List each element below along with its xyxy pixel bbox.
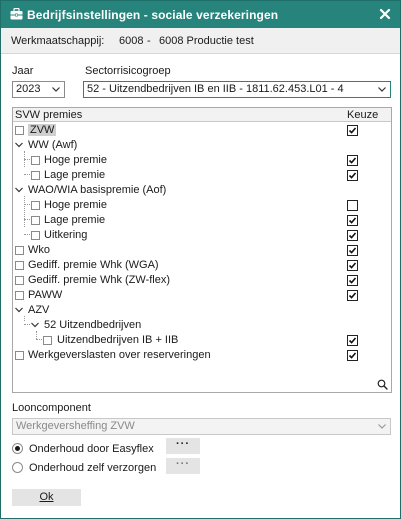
tree-row-paww[interactable]: PAWW: [13, 288, 391, 303]
row-label: Gediff. premie Whk (ZW-flex): [28, 274, 171, 286]
tree-row-ww[interactable]: WW (Awf): [13, 138, 391, 153]
row-label: Werkgeverslasten over reserveringen: [28, 349, 211, 361]
row-checkbox[interactable]: [31, 156, 40, 165]
zelf-options-button[interactable]: ···: [166, 458, 200, 474]
close-icon: [379, 8, 391, 20]
chevron-down-icon: [52, 87, 60, 92]
chevron-down-icon: [378, 87, 386, 92]
tree-row-wao-wia[interactable]: WAO/WIA basispremie (Aof): [13, 183, 391, 198]
row-checkbox[interactable]: [15, 126, 24, 135]
header-keuze: Keuze: [347, 109, 379, 121]
row-label: AZV: [28, 304, 50, 316]
jaar-value: 2023: [16, 83, 41, 95]
briefcase-icon: [10, 8, 23, 20]
keuze-checkbox[interactable]: [347, 290, 358, 301]
tree-row-zvw[interactable]: ZVW: [13, 123, 391, 138]
sectorrisicogroep-value: 52 - Uitzendbedrijven IB en IIB - 1811.6…: [87, 83, 344, 95]
company-separator: -: [147, 35, 151, 47]
row-label: Lage premie: [44, 169, 106, 181]
row-label: Hoge premie: [44, 154, 107, 166]
row-label: PAWW: [28, 289, 63, 301]
row-label: Uitkering: [44, 229, 88, 241]
row-checkbox[interactable]: [31, 231, 40, 240]
tree-row-wko[interactable]: Wko: [13, 243, 391, 258]
keuze-checkbox[interactable]: [347, 260, 358, 271]
row-checkbox[interactable]: [15, 276, 24, 285]
keuze-checkbox[interactable]: [347, 245, 358, 256]
row-label: 52 Uitzendbedrijven: [44, 319, 142, 331]
row-checkbox[interactable]: [15, 246, 24, 255]
row-checkbox[interactable]: [15, 261, 24, 270]
looncomponent-select: Werkgeversheffing ZVW: [12, 418, 391, 435]
keuze-checkbox[interactable]: [347, 350, 358, 361]
tree-row-azv-52[interactable]: 52 Uitzendbedrijven: [13, 318, 391, 333]
row-label: Gediff. premie Whk (WGA): [28, 259, 159, 271]
radio-onderhoud-easyflex[interactable]: Onderhoud door Easyflex: [12, 441, 162, 457]
radio-button[interactable]: [12, 443, 23, 454]
keuze-checkbox[interactable]: [347, 200, 358, 211]
chevron-down-icon[interactable]: [30, 320, 40, 330]
tree-row-whk-zwflex[interactable]: Gediff. premie Whk (ZW-flex): [13, 273, 391, 288]
keuze-checkbox[interactable]: [347, 155, 358, 166]
row-label: ZVW: [28, 124, 57, 136]
row-label: WW (Awf): [28, 139, 78, 151]
tree-row-ww-hoge[interactable]: Hoge premie: [13, 153, 391, 168]
company-code: 6008: [119, 35, 144, 47]
tree-row-aof-hoge[interactable]: Hoge premie: [13, 198, 391, 213]
tree-row-werkgeverslasten[interactable]: Werkgeverslasten over reserveringen: [13, 348, 391, 363]
header-svw-premies: SVW premies: [15, 109, 83, 121]
keuze-checkbox[interactable]: [347, 275, 358, 286]
looncomponent-label: Looncomponent: [12, 402, 91, 414]
row-label: Lage premie: [44, 214, 106, 226]
chevron-down-icon[interactable]: [14, 140, 24, 150]
tree-row-azv[interactable]: AZV: [13, 303, 391, 318]
easyflex-options-button[interactable]: ···: [166, 438, 200, 454]
chevron-down-icon[interactable]: [14, 305, 24, 315]
looncomponent-value: Werkgeversheffing ZVW: [16, 420, 135, 432]
row-checkbox[interactable]: [15, 291, 24, 300]
keuze-checkbox[interactable]: [347, 335, 358, 346]
tree-row-aof-lage[interactable]: Lage premie: [13, 213, 391, 228]
dialog-window: Bedrijfsinstellingen - sociale verzekeri…: [0, 0, 401, 519]
chevron-down-icon: [378, 424, 386, 429]
company-label: Werkmaatschappij:: [11, 35, 105, 47]
row-label: Hoge premie: [44, 199, 107, 211]
keuze-checkbox[interactable]: [347, 230, 358, 241]
title-bar: Bedrijfsinstellingen - sociale verzekeri…: [1, 1, 400, 28]
radio-label: Onderhoud zelf verzorgen: [29, 462, 157, 474]
ok-button[interactable]: Ok: [12, 489, 81, 506]
keuze-checkbox[interactable]: [347, 215, 358, 226]
keuze-checkbox[interactable]: [347, 170, 358, 181]
ok-label: Ok: [39, 491, 54, 503]
row-checkbox[interactable]: [31, 201, 40, 210]
row-label: Uitzendbedrijven IB + IIB: [57, 334, 179, 346]
window-title: Bedrijfsinstellingen - sociale verzekeri…: [27, 8, 279, 22]
jaar-label: Jaar: [12, 65, 34, 77]
tree-header: SVW premies Keuze: [13, 108, 391, 122]
sectorrisicogroep-label: Sectorrisicogroep: [85, 65, 171, 77]
close-button[interactable]: [376, 4, 394, 24]
row-label: Wko: [28, 244, 50, 256]
radio-onderhoud-zelf[interactable]: Onderhoud zelf verzorgen: [12, 460, 162, 476]
row-checkbox[interactable]: [43, 336, 52, 345]
radio-button[interactable]: [12, 462, 23, 473]
radio-label: Onderhoud door Easyflex: [29, 443, 154, 455]
premies-tree: SVW premies Keuze ZVW WW (Awf) Hoge prem…: [12, 107, 392, 393]
tree-row-aof-uitkering[interactable]: Uitkering: [13, 228, 391, 243]
row-checkbox[interactable]: [31, 216, 40, 225]
sectorrisicogroep-select[interactable]: 52 - Uitzendbedrijven IB en IIB - 1811.6…: [83, 81, 391, 98]
company-bar: Werkmaatschappij: 6008 - 6008 Productie …: [1, 28, 400, 54]
row-checkbox[interactable]: [31, 171, 40, 180]
chevron-down-icon[interactable]: [14, 185, 24, 195]
keuze-checkbox[interactable]: [347, 125, 358, 136]
row-checkbox[interactable]: [15, 351, 24, 360]
tree-row-ww-lage[interactable]: Lage premie: [13, 168, 391, 183]
tree-row-azv-ib-iib[interactable]: Uitzendbedrijven IB + IIB: [13, 333, 391, 348]
tree-row-whk-wga[interactable]: Gediff. premie Whk (WGA): [13, 258, 391, 273]
row-label: WAO/WIA basispremie (Aof): [28, 184, 167, 196]
company-name: 6008 Productie test: [159, 35, 254, 47]
search-icon[interactable]: [377, 379, 388, 390]
jaar-select[interactable]: 2023: [12, 81, 65, 98]
